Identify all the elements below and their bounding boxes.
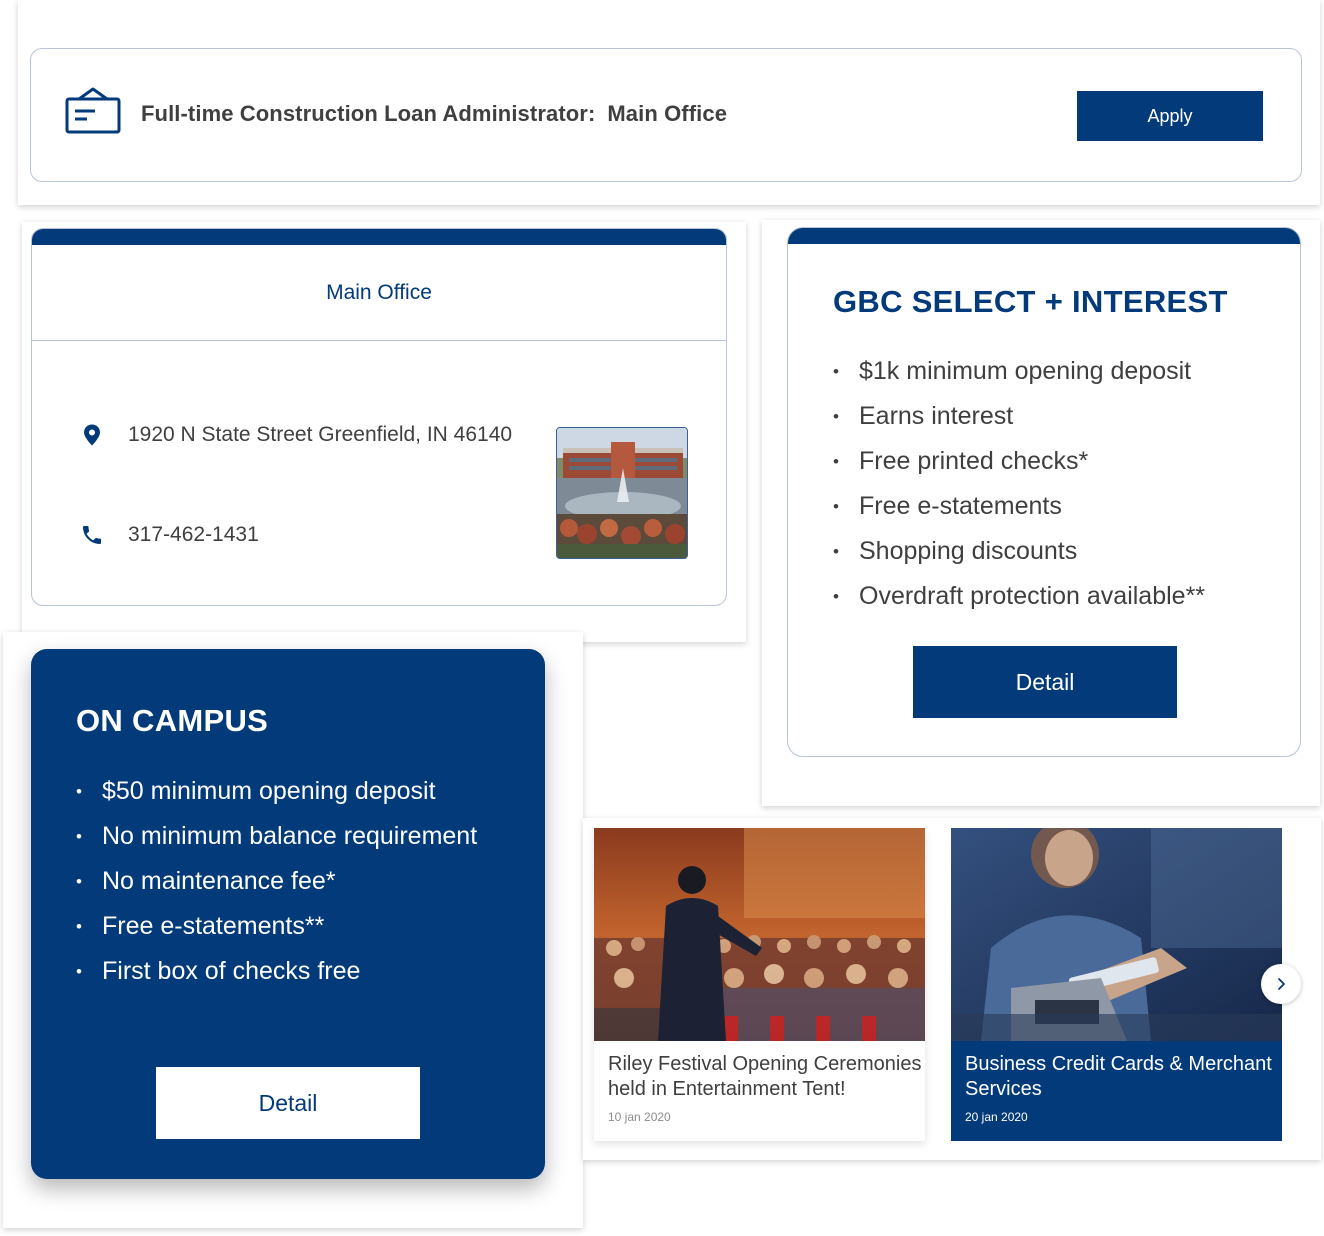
phone-icon: [83, 526, 101, 544]
campus-feature-item: First box of checks free: [76, 949, 477, 994]
location-pin-icon: [84, 424, 100, 446]
office-phone[interactable]: 317-462-1431: [128, 523, 259, 547]
campus-detail-button[interactable]: Detail: [156, 1067, 420, 1139]
apply-button[interactable]: Apply: [1077, 91, 1263, 141]
office-info-panel: Main Office 1920 N State Street Greenfie…: [22, 222, 746, 642]
news-card[interactable]: Business Credit Cards & Merchant Service…: [951, 828, 1282, 1141]
office-address: 1920 N State Street Greenfield, IN 46140: [128, 423, 513, 446]
campus-feature-item: No minimum balance requirement: [76, 814, 477, 859]
news-date: 10 jan 2020: [608, 1110, 671, 1124]
news-text: Business Credit Cards & Merchant Service…: [965, 1052, 1282, 1124]
on-campus-card: ON CAMPUS $50 minimum opening deposit No…: [31, 649, 545, 1179]
job-title: Full-time Construction Loan Administrato…: [141, 101, 727, 127]
office-card: Main Office 1920 N State Street Greenfie…: [31, 228, 727, 606]
campus-feature-list: $50 minimum opening deposit No minimum b…: [76, 769, 477, 994]
on-campus-title: ON CAMPUS: [76, 703, 269, 738]
campus-feature-item: No maintenance fee*: [76, 859, 477, 904]
office-card-top-bar: [32, 229, 726, 245]
gbc-select-title: GBC SELECT + INTEREST: [833, 284, 1228, 319]
office-building-photo: [556, 427, 688, 559]
news-image-card-payment: [951, 828, 1282, 1041]
office-heading: Main Office: [32, 245, 726, 341]
news-text: Riley Festival Opening Ceremonies held i…: [608, 1052, 925, 1124]
gbc-select-card: GBC SELECT + INTEREST $1k minimum openin…: [787, 227, 1301, 757]
gbc-feature-list: $1k minimum opening deposit Earns intere…: [833, 349, 1205, 619]
job-location: Main Office: [607, 101, 728, 126]
job-sign-icon: [65, 87, 121, 135]
gbc-detail-button[interactable]: Detail: [913, 646, 1177, 718]
gbc-feature-item: Free printed checks*: [833, 439, 1205, 484]
job-title-text: Full-time Construction Loan Administrato…: [141, 101, 596, 126]
news-card[interactable]: Riley Festival Opening Ceremonies held i…: [594, 828, 925, 1141]
office-phone-row: 317-462-1431: [80, 523, 259, 547]
gbc-select-panel: GBC SELECT + INTEREST $1k minimum openin…: [762, 220, 1320, 806]
on-campus-panel: ON CAMPUS $50 minimum opening deposit No…: [3, 632, 583, 1228]
news-date: 20 jan 2020: [965, 1110, 1028, 1124]
news-carousel-panel: Riley Festival Opening Ceremonies held i…: [583, 818, 1321, 1160]
carousel-next-button[interactable]: [1261, 964, 1301, 1004]
gbc-feature-item: Earns interest: [833, 394, 1205, 439]
job-listing-card: Full-time Construction Loan Administrato…: [30, 48, 1302, 182]
gbc-feature-item: Overdraft protection available**: [833, 574, 1205, 619]
campus-feature-item: Free e-statements**: [76, 904, 477, 949]
gbc-card-top-bar: [788, 228, 1300, 244]
campus-feature-item: $50 minimum opening deposit: [76, 769, 477, 814]
news-title[interactable]: Riley Festival Opening Ceremonies held i…: [608, 1052, 925, 1102]
office-address-row: 1920 N State Street Greenfield, IN 46140: [80, 423, 512, 447]
gbc-feature-item: Shopping discounts: [833, 529, 1205, 574]
news-image-conference: [594, 828, 925, 1041]
news-title[interactable]: Business Credit Cards & Merchant Service…: [965, 1052, 1282, 1102]
gbc-feature-item: Free e-statements: [833, 484, 1205, 529]
chevron-right-icon: [1278, 978, 1285, 990]
job-listing-panel: Full-time Construction Loan Administrato…: [18, 0, 1320, 205]
gbc-feature-item: $1k minimum opening deposit: [833, 349, 1205, 394]
